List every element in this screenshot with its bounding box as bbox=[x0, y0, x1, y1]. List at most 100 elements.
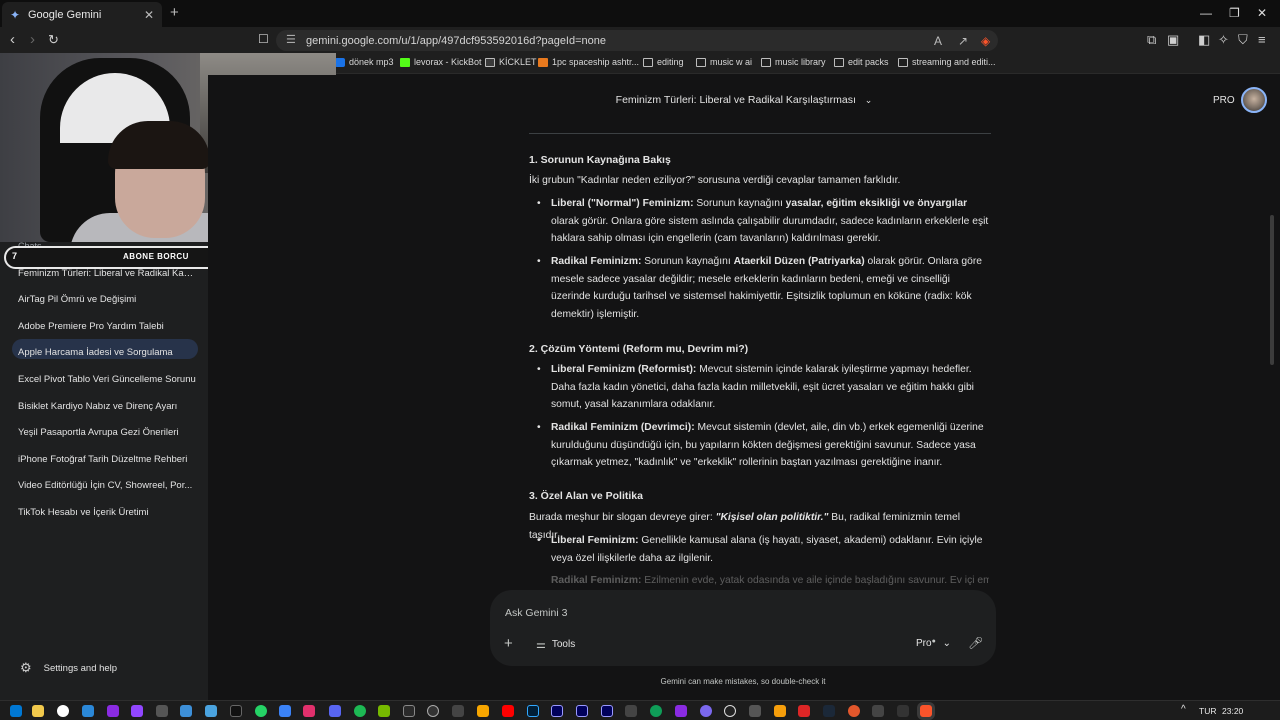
close-window-button[interactable]: ✕ bbox=[1257, 6, 1267, 20]
brave-icon[interactable] bbox=[920, 705, 932, 717]
reload-icon[interactable]: ↻ bbox=[48, 32, 59, 48]
sidebar-icon[interactable]: ◧ bbox=[1198, 32, 1210, 48]
menu-icon[interactable]: ≡ bbox=[1258, 32, 1266, 47]
bookmark-folder[interactable]: music library bbox=[761, 57, 826, 67]
app-icon[interactable] bbox=[749, 705, 761, 717]
sidebar-item-chat[interactable]: Bisiklet Kardiyo Nabız ve Direnç Ayarı bbox=[18, 401, 196, 412]
sidebar-item-chat[interactable]: Excel Pivot Tablo Veri Güncelleme Sorunu bbox=[18, 374, 196, 385]
app-icon[interactable] bbox=[774, 705, 786, 717]
tray-overflow-icon[interactable]: ^ bbox=[1181, 704, 1186, 715]
app-icon[interactable] bbox=[452, 705, 464, 717]
extensions-icon[interactable]: ⧉ bbox=[1147, 32, 1156, 48]
sidebar-item-chat[interactable]: Yeşil Pasaportla Avrupa Gezi Önerileri bbox=[18, 427, 196, 438]
app-icon[interactable] bbox=[279, 705, 291, 717]
sidebar-item-chat[interactable]: Adobe Premiere Pro Yardım Talebi bbox=[18, 321, 196, 332]
brave-shield-icon[interactable]: ◈ bbox=[981, 34, 990, 48]
sidebar-item-chat[interactable]: TikTok Hesabı ve İçerik Üretimi bbox=[18, 507, 196, 518]
app-icon[interactable] bbox=[477, 705, 489, 717]
back-arrow-icon[interactable]: ‹ bbox=[10, 31, 15, 48]
discord-icon[interactable] bbox=[329, 705, 341, 717]
app-icon[interactable] bbox=[180, 705, 192, 717]
app-icon[interactable] bbox=[675, 705, 687, 717]
language-indicator[interactable]: TUR bbox=[1199, 706, 1216, 716]
tiktok-icon[interactable] bbox=[230, 705, 242, 717]
tools-button[interactable]: ⚌ Tools bbox=[536, 638, 575, 651]
app-icon[interactable] bbox=[700, 705, 712, 717]
translate-icon[interactable]: A bbox=[934, 34, 942, 48]
audition-icon[interactable] bbox=[576, 705, 588, 717]
section-heading: 1. Sorunun Kaynağına Bakış bbox=[529, 154, 671, 166]
app-icon[interactable] bbox=[724, 705, 736, 717]
app-icon[interactable] bbox=[156, 705, 168, 717]
app-icon[interactable] bbox=[848, 705, 860, 717]
media-encoder-icon[interactable] bbox=[551, 705, 563, 717]
new-tab-button[interactable]: + bbox=[170, 4, 179, 21]
add-attachment-icon[interactable]: + bbox=[504, 635, 513, 652]
url-text: gemini.google.com/u/1/app/497dcf95359201… bbox=[306, 34, 607, 47]
bookmark-item[interactable]: KİCKLET bbox=[485, 57, 537, 67]
bookmark-item[interactable]: levorax - KickBot bbox=[400, 57, 482, 67]
app-icon[interactable] bbox=[205, 705, 217, 717]
nvidia-icon[interactable] bbox=[378, 705, 390, 717]
bookmark-folder[interactable]: streaming and editi... bbox=[898, 57, 996, 67]
bookmark-folder[interactable]: music w ai bbox=[696, 57, 752, 67]
folder-icon bbox=[761, 57, 771, 67]
sidebar-item-chat[interactable]: Apple Harcama İadesi ve Sorgulama bbox=[18, 347, 196, 358]
leo-ai-icon[interactable]: ✧ bbox=[1218, 32, 1229, 48]
photoshop-icon[interactable] bbox=[527, 705, 539, 717]
gemini-logo-icon: ✦ bbox=[10, 7, 21, 22]
model-selector[interactable]: Pro● ⌄ bbox=[916, 638, 951, 649]
obs-icon[interactable] bbox=[427, 705, 439, 717]
pro-badge: PRO bbox=[1213, 95, 1235, 106]
sidebar-item-chat[interactable]: Video Editörlüğü İçin CV, Showreel, Por.… bbox=[18, 480, 196, 491]
steam-icon[interactable] bbox=[823, 705, 835, 717]
premiere-icon[interactable] bbox=[601, 705, 613, 717]
app-icon[interactable] bbox=[872, 705, 884, 717]
sidebar-item-chat[interactable]: iPhone Fotoğraf Tarih Düzeltme Rehberi bbox=[18, 454, 196, 465]
sidebar-item-chat[interactable]: Feminizm Türleri: Liberal ve Radikal Kar… bbox=[18, 268, 196, 279]
app-icon[interactable] bbox=[650, 705, 662, 717]
bookmark-item[interactable]: 1pc spaceship ashtr... bbox=[538, 57, 639, 67]
maximize-button[interactable]: ❐ bbox=[1229, 6, 1240, 20]
sidebar-item-chat[interactable]: AirTag Pil Ömrü ve Değişimi bbox=[18, 294, 196, 305]
minimize-button[interactable]: — bbox=[1200, 6, 1212, 20]
chrome-icon[interactable] bbox=[57, 705, 69, 717]
chevron-down-icon: ⌄ bbox=[942, 638, 951, 649]
scrollbar[interactable] bbox=[1270, 215, 1274, 365]
microphone-icon[interactable]: 🎤︎ bbox=[968, 636, 983, 650]
twitch-icon[interactable] bbox=[131, 705, 143, 717]
avatar[interactable] bbox=[1241, 87, 1267, 113]
tab-search-icon[interactable]: ▣ bbox=[1167, 32, 1179, 48]
app-icon[interactable] bbox=[107, 705, 119, 717]
settings-and-help-button[interactable]: ⚙ Settings and help bbox=[20, 660, 117, 676]
clock[interactable]: 23:20 bbox=[1222, 706, 1243, 716]
app-icon[interactable] bbox=[502, 705, 514, 717]
tab-close-icon[interactable]: ✕ bbox=[144, 8, 154, 22]
conversation-title[interactable]: Feminizm Türleri: Liberal ve Radikal Kar… bbox=[208, 94, 1280, 106]
list-item: Radikal Feminizm (Devrimci): Mevcut sist… bbox=[537, 419, 989, 472]
instagram-icon[interactable] bbox=[303, 705, 315, 717]
address-bar[interactable]: ☰ gemini.google.com/u/1/app/497dcf953592… bbox=[276, 30, 998, 51]
bookmark-item[interactable]: dönek mp3 bbox=[335, 57, 394, 67]
bookmark-folder[interactable]: editing bbox=[643, 57, 684, 67]
main-content: Feminizm Türleri: Liberal ve Radikal Kar… bbox=[208, 75, 1280, 700]
app-icon[interactable] bbox=[403, 705, 415, 717]
spotify-icon[interactable] bbox=[354, 705, 366, 717]
file-explorer-icon[interactable] bbox=[32, 705, 44, 717]
app-icon[interactable] bbox=[798, 705, 810, 717]
disclaimer-text: Gemini can make mistakes, so double-chec… bbox=[660, 677, 826, 686]
browser-tab[interactable]: ✦ Google Gemini ✕ bbox=[2, 2, 162, 27]
share-icon[interactable]: ↗ bbox=[958, 34, 968, 48]
site-info-icon[interactable]: ☰ bbox=[286, 33, 296, 46]
browser-toolbar: ‹ › ↻ ☐ ☰ gemini.google.com/u/1/app/497d… bbox=[0, 27, 1280, 53]
prompt-input[interactable] bbox=[505, 605, 975, 621]
app-icon[interactable] bbox=[897, 705, 909, 717]
vscode-icon[interactable] bbox=[82, 705, 94, 717]
whatsapp-icon[interactable] bbox=[255, 705, 267, 717]
app-icon[interactable] bbox=[625, 705, 637, 717]
bookmark-icon[interactable]: ☐ bbox=[258, 32, 269, 46]
windows-start-icon[interactable] bbox=[10, 705, 22, 717]
forward-arrow-icon[interactable]: › bbox=[30, 31, 35, 48]
vpn-icon[interactable]: ⛉ bbox=[1238, 32, 1248, 48]
bookmark-folder[interactable]: edit packs bbox=[834, 57, 889, 67]
